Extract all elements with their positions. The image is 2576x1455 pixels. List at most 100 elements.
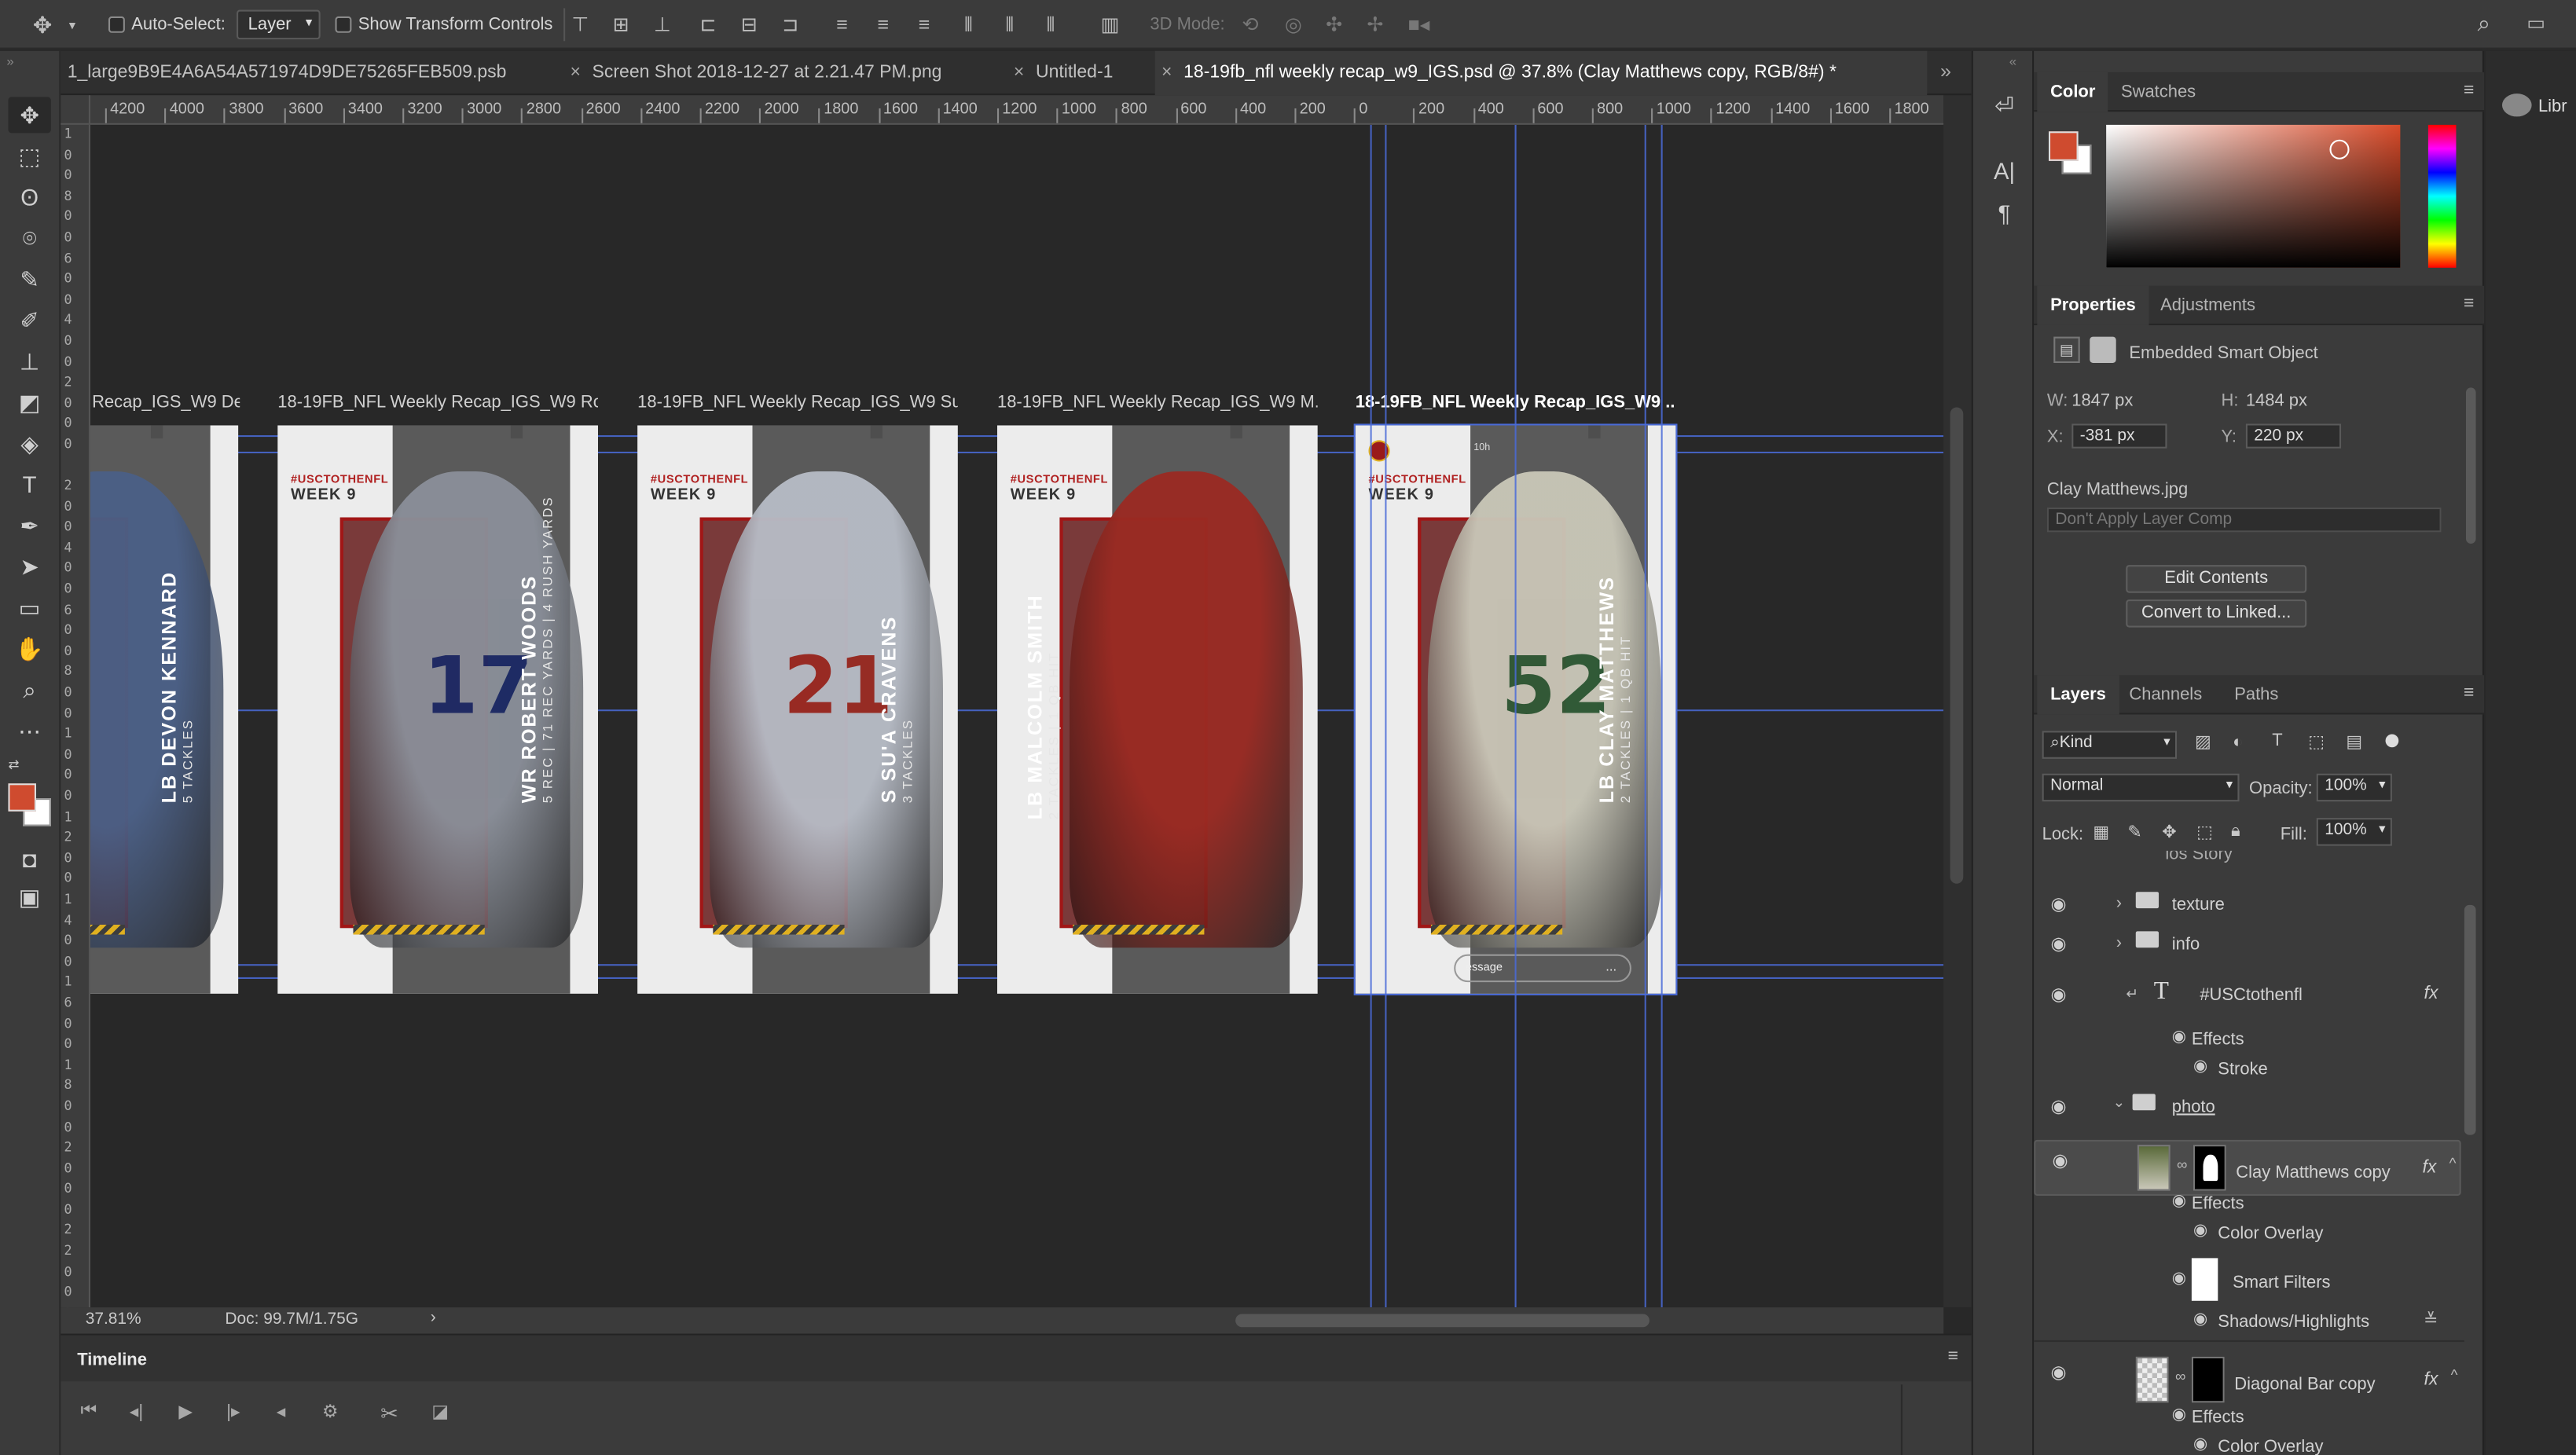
pen-tool-icon[interactable]: ✒ [8,508,50,544]
artboard[interactable]: #USCTOTHENFL21#USCTOTHENFLWEEK 9S SU'A C… [637,425,958,994]
auto-select-checkbox[interactable] [108,16,125,33]
color-foreground-swatch[interactable] [2048,131,2079,161]
visibility-eye-icon[interactable]: ◉ [2047,933,2070,955]
effect-row[interactable]: ◉ Color Overlay [2034,1428,2461,1455]
lock-artboard-icon[interactable]: ⬚ [2196,823,2213,842]
visibility-eye-icon[interactable]: ◉ [2172,1406,2186,1424]
filter-mask-thumbnail[interactable] [2191,1258,2218,1301]
link-icon[interactable]: ∞ [2177,1156,2187,1173]
search-icon[interactable]: ⌕ [2478,12,2490,35]
scroll-thumb[interactable] [1950,407,1964,884]
tab-color[interactable]: Color [2037,71,2109,112]
artboard[interactable]: #USCTOTHENFL17#USCTOTHENFLWEEK 9WR ROBER… [277,425,598,994]
visibility-eye-icon[interactable]: ◉ [2193,1057,2207,1076]
distribute-top-icon[interactable]: ≡ [836,13,848,36]
panel-menu-icon[interactable]: ≡ [2464,684,2474,702]
visibility-eye-icon[interactable]: ◉ [2172,1193,2186,1211]
eyedropper-tool-icon[interactable]: ✎ [8,261,50,297]
smart-filters-row[interactable]: ◉ Smart Filters [2034,1255,2461,1304]
distribute-left-icon[interactable]: ⫴ [964,13,973,36]
zoom-tool-icon[interactable]: ⌕ [8,672,50,708]
layer-group-row[interactable]: ◉ › info [2034,925,2461,964]
y-input[interactable]: 220 px [2245,423,2342,449]
visibility-eye-icon[interactable]: ◉ [2193,1435,2207,1453]
link-icon[interactable]: ∞ [2175,1368,2185,1384]
visibility-eye-icon[interactable]: ◉ [2193,1222,2207,1240]
ruler-origin[interactable] [61,95,90,125]
visibility-eye-icon[interactable]: ◉ [2193,1310,2207,1329]
artboard-title[interactable]: 18-19FB_NFL Weekly Recap_IGS_W9 Su'... [637,393,958,412]
horizontal-scroll-thumb[interactable] [1235,1314,1649,1328]
align-right-icon[interactable]: ⊐ [782,13,798,36]
visibility-eye-icon[interactable]: ◉ [2172,1270,2186,1288]
settings-gear-icon[interactable]: ⚙ [312,1401,348,1422]
panel-menu-icon[interactable]: ≡ [2464,295,2474,313]
foreground-color-swatch[interactable] [8,783,36,812]
chevron-up-icon[interactable]: ^ [2449,1155,2457,1171]
effect-row[interactable]: ◉ ≚ Shadows/Highlights [2034,1303,2461,1342]
3d-camera-icon[interactable]: ■◂ [1408,13,1430,36]
blend-mode-dropdown[interactable]: Normal ▾ [2042,773,2240,802]
color-picker-cursor[interactable] [2329,139,2350,159]
opacity-input[interactable]: 100% ▾ [2316,773,2392,802]
rectangle-tool-icon[interactable]: ▭ [8,590,50,626]
align-vcenter-icon[interactable]: ⊞ [613,13,629,36]
tab-adjustments[interactable]: Adjustments [2160,286,2255,325]
visibility-eye-icon[interactable]: ◉ [2047,1095,2070,1118]
quick-mask-icon[interactable]: ◘ [8,841,50,877]
status-menu-arrow[interactable]: › [431,1309,436,1327]
align-hcenter-icon[interactable]: ⊟ [741,13,758,36]
artboard-title[interactable]: 18-19FB_NFL Weekly Recap_IGS_W9 Ro... [277,393,598,412]
tab-screenshot[interactable]: × Screen Shot 2018-12-27 at 2.21.47 PM.pn… [563,51,1004,95]
paint-bucket-tool-icon[interactable]: ◈ [8,425,50,461]
layer-group-row[interactable]: ◉ ⌄ photo [2034,1087,2461,1127]
panel-menu-icon[interactable]: ≡ [2464,81,2474,99]
align-top-icon[interactable]: ⊤ [572,13,589,36]
visibility-eye-icon[interactable]: ◉ [2047,1362,2070,1384]
layers-scrollbar[interactable] [2464,904,2476,1135]
libraries-label[interactable]: Libr [2538,97,2567,116]
eraser-tool-icon[interactable]: ◩ [8,384,50,420]
marquee-tool-icon[interactable]: ⬚ [8,138,50,174]
layer-comp-dropdown[interactable]: Don't Apply Layer Comp [2046,507,2442,533]
path-select-tool-icon[interactable]: ➤ [8,548,50,585]
more-dots-icon[interactable]: ... [1605,959,1616,974]
fill-input[interactable]: 100% ▾ [2316,818,2392,846]
audio-icon[interactable]: ◂ [262,1401,299,1422]
chevron-down-icon[interactable]: ⌄ [2113,1094,2126,1112]
lock-transparent-icon[interactable]: ▦ [2093,823,2109,842]
tab-swatches[interactable]: Swatches [2121,72,2196,112]
brush-tool-icon[interactable]: ✐ [8,302,50,339]
layer-row[interactable]: ◉ ↵ T #USCtothenfl fx [2034,976,2461,1015]
transition-icon[interactable]: ◪ [422,1401,458,1422]
tab-properties[interactable]: Properties [2037,285,2149,325]
fx-icon[interactable]: fx [2424,1370,2438,1390]
visibility-eye-icon[interactable]: ◉ [2047,893,2070,916]
color-field[interactable] [2106,124,2401,268]
distribute-vcenter-icon[interactable]: ≡ [877,13,889,36]
hue-slider[interactable] [2427,124,2457,268]
next-frame-icon[interactable]: |▸ [215,1401,251,1422]
mask-icon[interactable] [2090,336,2116,364]
filter-options-icon[interactable]: ≚ [2424,1310,2438,1330]
scissors-icon[interactable]: ✂ [371,1401,407,1427]
chevron-up-icon[interactable]: ^ [2451,1366,2458,1383]
filter-smart-object-icon[interactable]: ▤ [2346,732,2362,752]
paragraph-icon[interactable]: ¶ [1987,196,2023,232]
fx-icon[interactable]: fx [2424,984,2438,1003]
lasso-tool-icon[interactable]: ʘ [8,179,50,215]
layer-filter-kind[interactable]: ⌕Kind ▾ [2042,731,2178,759]
3d-rotate-icon[interactable]: ⟲ [1242,13,1258,36]
lock-position-icon[interactable]: ✥ [2162,823,2176,842]
close-icon[interactable]: × [570,62,580,82]
collapse-icon[interactable]: » [6,54,13,69]
tab-channels[interactable]: Channels [2129,675,2202,714]
edit-contents-button[interactable]: Edit Contents [2126,565,2307,593]
distribute-right-icon[interactable]: ⫴ [1047,13,1055,36]
3d-slide-icon[interactable]: ✢ [1367,13,1383,36]
layer-mask-thumbnail[interactable] [2191,1356,2225,1403]
stamp-tool-icon[interactable]: ⊥ [8,343,50,379]
close-icon[interactable]: × [1014,62,1024,82]
convert-to-linked-button[interactable]: Convert to Linked... [2126,599,2307,628]
align-left-icon[interactable]: ⊏ [700,13,717,36]
